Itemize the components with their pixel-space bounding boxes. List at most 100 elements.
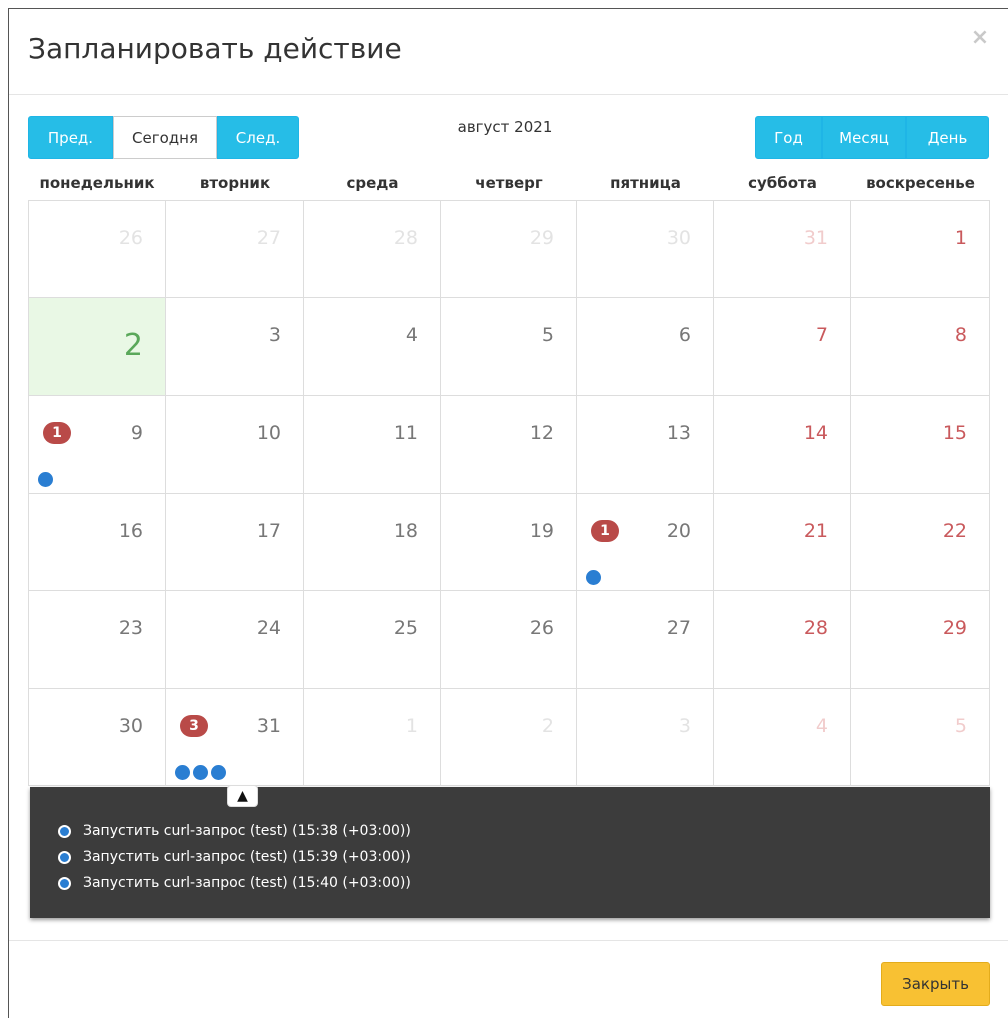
- day-cell[interactable]: 25: [304, 591, 441, 689]
- day-cell[interactable]: 17: [166, 494, 304, 591]
- event-dot-icon[interactable]: [211, 765, 226, 780]
- day-cell[interactable]: 22: [851, 494, 990, 591]
- day-cell[interactable]: 29: [441, 200, 577, 298]
- day-number: 22: [942, 520, 967, 542]
- day-cell[interactable]: 5: [441, 298, 577, 396]
- next-button[interactable]: След.: [217, 116, 299, 159]
- day-cell[interactable]: 18: [304, 494, 441, 591]
- weekday-label: понедельник: [39, 174, 155, 192]
- day-cell[interactable]: 20 1: [577, 494, 714, 591]
- month-view-button[interactable]: Месяц: [822, 116, 906, 159]
- day-number: 14: [803, 422, 828, 444]
- month-calendar-grid: 26 27 28 29 30 31 1 2 3 4 5 6 7 8 9 1 10 11 12 13 14 15 16 17 18…: [28, 200, 990, 786]
- day-cell[interactable]: 30: [28, 689, 166, 786]
- event-list-item[interactable]: Запустить curl-запрос (test) (15:40 (+03…: [58, 870, 411, 896]
- day-cell[interactable]: 4: [304, 298, 441, 396]
- day-cell[interactable]: 10: [166, 396, 304, 494]
- day-cell[interactable]: 16: [28, 494, 166, 591]
- day-cell[interactable]: 24: [166, 591, 304, 689]
- weekday-label: суббота: [748, 174, 817, 192]
- day-cell[interactable]: 2: [441, 689, 577, 786]
- weekday-header-row: понедельник вторник среда четверг пятница суб…: [28, 168, 990, 198]
- day-number: 9: [130, 422, 143, 444]
- day-cell[interactable]: 27: [577, 591, 714, 689]
- weekday-label: среда: [346, 174, 399, 192]
- day-cell[interactable]: 15: [851, 396, 990, 494]
- event-count-badge[interactable]: 1: [591, 520, 619, 542]
- day-cell[interactable]: 11: [304, 396, 441, 494]
- day-number: 11: [393, 422, 418, 444]
- day-cell[interactable]: 6: [577, 298, 714, 396]
- day-view-button[interactable]: День: [906, 116, 989, 159]
- event-count-badge[interactable]: 3: [180, 715, 208, 737]
- day-cell[interactable]: 23: [28, 591, 166, 689]
- day-number: 4: [815, 715, 828, 737]
- day-number: 5: [954, 715, 967, 737]
- day-number: 3: [268, 324, 281, 346]
- modal-left-border: [8, 8, 9, 1018]
- chevron-up-icon[interactable]: ▲: [227, 785, 258, 807]
- event-count-badge[interactable]: 1: [43, 422, 71, 444]
- event-dots: [175, 765, 226, 780]
- event-circle-icon: [58, 876, 71, 890]
- day-cell[interactable]: 1: [304, 689, 441, 786]
- day-number: 30: [118, 715, 143, 737]
- event-list-item[interactable]: Запустить curl-запрос (test) (15:38 (+03…: [58, 818, 411, 844]
- event-dot-icon[interactable]: [193, 765, 208, 780]
- event-label: Запустить curl-запрос (test) (15:39 (+03…: [83, 849, 411, 865]
- navigation-button-group: Пред. Сегодня След.: [28, 116, 299, 159]
- close-icon[interactable]: ×: [968, 26, 992, 50]
- event-dot-icon[interactable]: [38, 472, 53, 487]
- day-cell[interactable]: 31 3: [166, 689, 304, 786]
- day-cell[interactable]: 2: [28, 298, 166, 396]
- day-number: 2: [123, 328, 143, 363]
- day-cell[interactable]: 26: [441, 591, 577, 689]
- day-cell[interactable]: 19: [441, 494, 577, 591]
- day-cell[interactable]: 28: [714, 591, 851, 689]
- day-number: 21: [803, 520, 828, 542]
- event-dots: [586, 570, 601, 585]
- modal-top-border: [8, 8, 1008, 9]
- day-cell[interactable]: 14: [714, 396, 851, 494]
- day-number: 31: [803, 227, 828, 249]
- day-cell[interactable]: 29: [851, 591, 990, 689]
- event-dot-icon[interactable]: [175, 765, 190, 780]
- day-number: 24: [256, 617, 281, 639]
- day-cell[interactable]: 26: [28, 200, 166, 298]
- day-cell[interactable]: 5: [851, 689, 990, 786]
- day-number: 7: [815, 324, 828, 346]
- day-cell[interactable]: 12: [441, 396, 577, 494]
- event-label: Запустить curl-запрос (test) (15:40 (+03…: [83, 875, 411, 891]
- day-cell[interactable]: 3: [577, 689, 714, 786]
- day-number: 12: [529, 422, 554, 444]
- day-cell[interactable]: 91: [28, 396, 166, 494]
- day-cell[interactable]: 27: [166, 200, 304, 298]
- event-list-item[interactable]: Запустить curl-запрос (test) (15:39 (+03…: [58, 844, 411, 870]
- close-button[interactable]: Закрыть: [881, 962, 990, 1006]
- day-number: 5: [541, 324, 554, 346]
- prev-button[interactable]: Пред.: [28, 116, 113, 159]
- weekday-label: воскресенье: [866, 174, 975, 192]
- today-button[interactable]: Сегодня: [113, 116, 217, 159]
- day-number: 18: [393, 520, 418, 542]
- day-number: 23: [118, 617, 143, 639]
- day-cell[interactable]: 1: [851, 200, 990, 298]
- day-cell[interactable]: 13: [577, 396, 714, 494]
- day-number: 1: [954, 227, 967, 249]
- modal-title: Запланировать действие: [28, 32, 402, 65]
- day-number: 6: [678, 324, 691, 346]
- event-dots: [38, 472, 53, 487]
- day-cell[interactable]: 3: [166, 298, 304, 396]
- event-dot-icon[interactable]: [586, 570, 601, 585]
- day-number: 8: [954, 324, 967, 346]
- year-view-button[interactable]: Год: [755, 116, 822, 159]
- day-cell[interactable]: 4: [714, 689, 851, 786]
- day-cell[interactable]: 21: [714, 494, 851, 591]
- day-cell[interactable]: 7: [714, 298, 851, 396]
- day-number: 26: [529, 617, 554, 639]
- day-cell[interactable]: 28: [304, 200, 441, 298]
- day-cell[interactable]: 31: [714, 200, 851, 298]
- day-cell[interactable]: 30: [577, 200, 714, 298]
- day-number: 20: [666, 520, 691, 542]
- day-cell[interactable]: 8: [851, 298, 990, 396]
